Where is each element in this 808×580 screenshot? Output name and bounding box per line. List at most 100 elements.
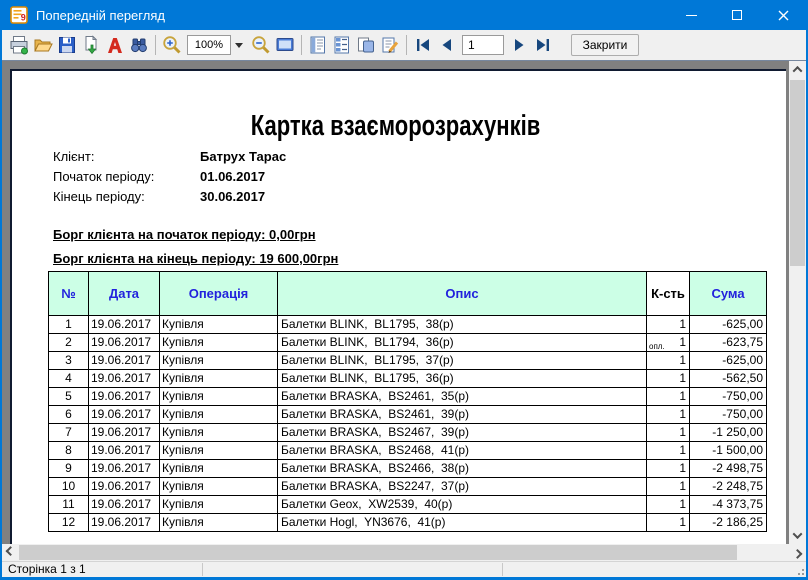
date-cell: 19.06.2017 [89, 514, 160, 532]
report-title: Картка взаєморозрахунків [12, 110, 780, 143]
open-folder-icon [33, 35, 53, 55]
table-row: 2 19.06.2017 Купівля Балетки BLINK, BL17… [49, 334, 767, 352]
quantity-cell: 1 [647, 496, 690, 514]
export-page-icon [81, 35, 101, 55]
toolbar: 100% [2, 30, 806, 60]
next-page-button[interactable] [507, 33, 531, 57]
chevron-down-icon [793, 529, 803, 539]
operation-cell: Купівля [160, 496, 278, 514]
period-end-label: Кінець періоду: [53, 189, 145, 204]
table-row: 5 19.06.2017 Купівля Балетки BRASKA, BS2… [49, 388, 767, 406]
sum-cell: -623,75 [690, 334, 767, 352]
operation-cell: Купівля [160, 478, 278, 496]
resize-grip[interactable] [795, 566, 805, 576]
close-window-button[interactable] [760, 0, 806, 30]
sum-cell: -1 500,00 [690, 442, 767, 460]
edit-page-icon [380, 35, 400, 55]
vertical-scroll-thumb[interactable] [790, 80, 805, 266]
export-button[interactable] [79, 33, 103, 57]
operation-cell: Купівля [160, 334, 278, 352]
whole-page-button[interactable] [273, 33, 297, 57]
zoom-in-button[interactable] [160, 33, 184, 57]
toolbar-separator [155, 35, 156, 55]
description-cell: Балетки BLINK, BL1795, 36(р) [278, 370, 647, 388]
minimize-icon [686, 15, 697, 16]
previous-page-button[interactable] [435, 33, 459, 57]
client-label: Клієнт: [53, 149, 94, 164]
horizontal-scroll-thumb[interactable] [19, 545, 737, 560]
outline-view-button[interactable] [330, 33, 354, 57]
zoom-dropdown-button[interactable] [231, 35, 246, 55]
sum-cell: -1 250,00 [690, 424, 767, 442]
row-number-cell: 4 [49, 370, 89, 388]
date-cell: 19.06.2017 [89, 370, 160, 388]
sum-cell: -4 373,75 [690, 496, 767, 514]
col-header-operation: Операція [160, 272, 278, 316]
quantity-cell: 1 [647, 352, 690, 370]
scroll-up-button[interactable] [789, 61, 806, 78]
find-button[interactable] [127, 33, 151, 57]
statusbar-divider [502, 563, 503, 576]
sum-cell: -625,00 [690, 352, 767, 370]
zoom-in-icon [162, 35, 182, 55]
last-page-button[interactable] [531, 33, 555, 57]
preview-area: Картка взаєморозрахунків Клієнт: Батрух … [2, 60, 806, 544]
date-cell: 19.06.2017 [89, 388, 160, 406]
date-cell: 19.06.2017 [89, 478, 160, 496]
scroll-right-button[interactable] [789, 544, 806, 561]
scroll-left-button[interactable] [2, 544, 19, 561]
print-button[interactable] [7, 33, 31, 57]
operation-cell: Купівля [160, 352, 278, 370]
table-row: 3 19.06.2017 Купівля Балетки BLINK, BL17… [49, 352, 767, 370]
zoom-level-combo[interactable]: 100% [187, 35, 246, 55]
operation-cell: Купівля [160, 442, 278, 460]
transactions-table: № Дата Операція Опис К-сть Сума 1 19.06.… [48, 271, 767, 532]
close-preview-button[interactable]: Закрити [571, 34, 639, 56]
date-cell: 19.06.2017 [89, 460, 160, 478]
quantity-cell: 1 [647, 388, 690, 406]
row-number-cell: 8 [49, 442, 89, 460]
row-number-cell: 5 [49, 388, 89, 406]
sum-cell: -562,50 [690, 370, 767, 388]
book-pages-icon [356, 35, 376, 55]
outline-view-icon [332, 35, 352, 55]
date-cell: 19.06.2017 [89, 316, 160, 334]
page-number-input[interactable] [462, 35, 504, 55]
maximize-button[interactable] [714, 0, 760, 30]
quantity-cell: опл.1 [647, 334, 690, 352]
page-info-text: Сторінка 1 з 1 [8, 562, 86, 576]
table-row: 10 19.06.2017 Купівля Балетки BRASKA, BS… [49, 478, 767, 496]
row-number-cell: 11 [49, 496, 89, 514]
row-number-cell: 2 [49, 334, 89, 352]
debt-end-line: Борг клієнта на кінець періоду: 19 600,0… [53, 251, 338, 266]
date-cell: 19.06.2017 [89, 406, 160, 424]
close-icon [778, 10, 789, 21]
table-row: 7 19.06.2017 Купівля Балетки BRASKA, BS2… [49, 424, 767, 442]
sum-cell: -2 186,25 [690, 514, 767, 532]
vertical-scrollbar[interactable] [789, 61, 806, 544]
facing-pages-button[interactable] [354, 33, 378, 57]
save-icon [57, 35, 77, 55]
date-cell: 19.06.2017 [89, 334, 160, 352]
quantity-cell: 1 [647, 424, 690, 442]
minimize-button[interactable] [668, 0, 714, 30]
report-page: Картка взаєморозрахунків Клієнт: Батрух … [10, 69, 786, 544]
operation-cell: Купівля [160, 316, 278, 334]
operation-cell: Купівля [160, 370, 278, 388]
period-start-field: Початок періоду: 01.06.2017 [12, 169, 512, 189]
quantity-cell: 1 [647, 370, 690, 388]
scroll-down-button[interactable] [789, 527, 806, 544]
horizontal-scrollbar[interactable] [2, 544, 806, 561]
first-page-button[interactable] [411, 33, 435, 57]
edit-page-button[interactable] [378, 33, 402, 57]
client-field: Клієнт: Батрух Тарас [12, 149, 512, 169]
row-number-cell: 9 [49, 460, 89, 478]
description-cell: Балетки BRASKA, BS2461, 35(р) [278, 388, 647, 406]
description-cell: Балетки BRASKA, BS2461, 39(р) [278, 406, 647, 424]
sum-cell: -2 498,75 [690, 460, 767, 478]
open-button[interactable] [31, 33, 55, 57]
save-button[interactable] [55, 33, 79, 57]
pdf-button[interactable] [103, 33, 127, 57]
page-setup-button[interactable] [306, 33, 330, 57]
zoom-out-button[interactable] [249, 33, 273, 57]
